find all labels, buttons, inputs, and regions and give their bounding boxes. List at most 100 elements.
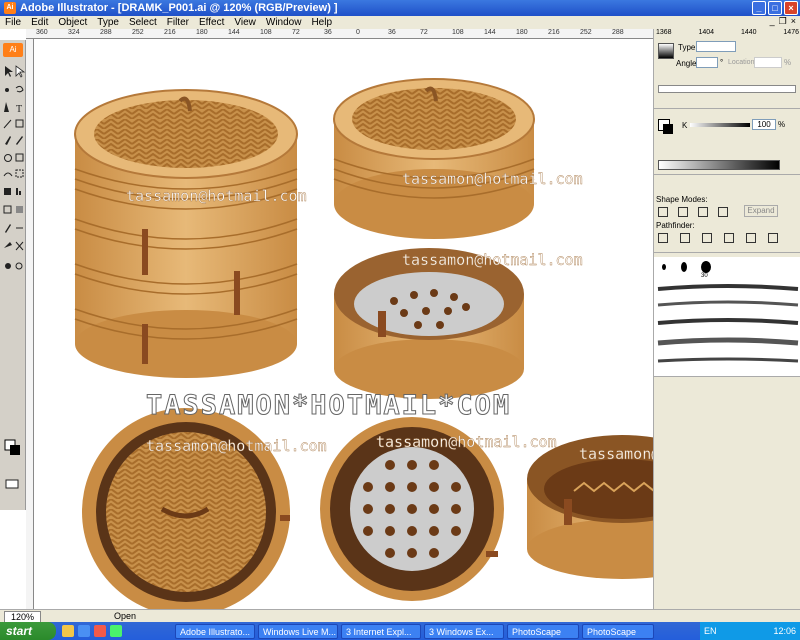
menu-effect[interactable]: Effect (194, 17, 229, 28)
task-internet-explorer[interactable]: 3 Internet Expl... (341, 623, 421, 639)
doc-minimize-button[interactable]: _ (770, 16, 775, 27)
gradient-angle-suffix: ° (720, 58, 724, 67)
add-shape-icon[interactable] (658, 207, 668, 217)
minus-back-icon[interactable] (768, 233, 778, 243)
gradient-location-input[interactable] (754, 57, 782, 68)
rack-hole (385, 460, 395, 470)
k-value-input[interactable]: 100 (752, 119, 776, 130)
closed-steamer (333, 78, 535, 239)
type-tool-icon: T (16, 104, 22, 115)
menu-select[interactable]: Select (124, 17, 162, 28)
doc-restore-button[interactable]: ❐ (779, 16, 787, 27)
line-tool-icon (3, 119, 12, 129)
fill-stroke-swatch[interactable] (4, 439, 20, 455)
shape-modes-label: Shape Modes: (656, 195, 708, 204)
quick-launch-icon[interactable] (94, 625, 106, 637)
color-ramp[interactable] (658, 160, 780, 170)
quick-launch-icon[interactable] (62, 625, 74, 637)
warp-tool-icon (3, 172, 13, 177)
quick-launch (62, 625, 172, 637)
k-slider[interactable] (690, 123, 750, 127)
rack-hole (385, 504, 395, 514)
doc-close-button[interactable]: × (791, 16, 796, 27)
brush-size-label: 30 (701, 273, 708, 279)
subtract-shape-icon[interactable] (678, 207, 688, 217)
menu-view[interactable]: View (229, 17, 261, 28)
menu-window[interactable]: Window (261, 17, 307, 28)
status-text: Open (114, 611, 137, 621)
ruler-left (26, 39, 34, 609)
rack-hole (429, 526, 439, 536)
shape-mode-buttons (658, 207, 728, 217)
watermark-text: tassamon@hotmail.com (402, 251, 583, 269)
brush-strokes[interactable]: 30 (654, 257, 800, 377)
open-steamer (334, 248, 524, 399)
ruler-tick: 0 (356, 29, 360, 36)
language-indicator[interactable]: EN (704, 626, 717, 636)
menu-object[interactable]: Object (53, 17, 92, 28)
symbol-sprayer-tool-icon (4, 188, 11, 195)
menu-filter[interactable]: Filter (162, 17, 194, 28)
minimize-button[interactable]: _ (752, 1, 766, 15)
clock: 12:06 (773, 626, 796, 636)
merge-icon[interactable] (702, 233, 712, 243)
ruler-tick: 216 (548, 29, 560, 36)
task-photoscape[interactable]: PhotoScape (582, 623, 654, 639)
quick-launch-icon[interactable] (110, 625, 122, 637)
pathfinder-panel: Shape Modes: Expand Pathfinder: (654, 189, 800, 253)
ruler-tick: 180 (516, 29, 528, 36)
ruler-tick: 288 (100, 29, 112, 36)
intersect-shape-icon[interactable] (698, 207, 708, 217)
task-windows-live[interactable]: Windows Live M... (258, 623, 338, 639)
stroke-swatch[interactable] (663, 124, 673, 134)
ruler-tick: 72 (292, 29, 300, 36)
quick-launch-icon[interactable] (78, 625, 90, 637)
rack-hole (451, 526, 461, 536)
ruler-tick: 360 (36, 29, 48, 36)
zoom-tool-icon (15, 262, 23, 270)
watermark-text: tassamon@hotmail.com (402, 170, 583, 188)
crop-icon[interactable] (724, 233, 734, 243)
artwork[interactable]: tassamon@hotmail.com tassamon@hotmail.co… (34, 39, 653, 609)
menu-type[interactable]: Type (92, 17, 124, 28)
outline-icon[interactable] (746, 233, 756, 243)
task-windows-explorer[interactable]: 3 Windows Ex... (424, 623, 504, 639)
menu-edit[interactable]: Edit (26, 17, 53, 28)
ruler-tick: 36 (324, 29, 332, 36)
watermark-text: tassamon@hotmail.com (579, 445, 653, 463)
rack-hole (363, 482, 373, 492)
menu-file[interactable]: File (0, 17, 26, 28)
task-photoscape[interactable]: PhotoScape (507, 623, 579, 639)
watermark-text: tassamon@hotmail.com (376, 433, 557, 451)
exclude-shape-icon[interactable] (718, 207, 728, 217)
rack-hole (407, 482, 417, 492)
rack-hole (407, 460, 417, 470)
gradient-angle-input[interactable] (696, 57, 718, 68)
title-bar: Ai Adobe Illustrator - [DRAMK_P001.ai @ … (0, 0, 800, 16)
ruler-tick: 108 (452, 29, 464, 36)
ruler-tick: 72 (420, 29, 428, 36)
banner-text: TASSAMON*HOTMAIL*COM (146, 390, 511, 421)
rack-hole (407, 504, 417, 514)
color-channel-label: K (682, 121, 688, 130)
screen-mode-icon (5, 479, 19, 489)
scissors-tool-icon (15, 241, 24, 251)
rack-hole (407, 526, 417, 536)
gradient-panel: Type: Angle: ° Location: % (654, 39, 800, 109)
start-button[interactable]: start (0, 622, 56, 640)
gradient-slider[interactable] (658, 85, 796, 93)
gradient-swatch[interactable] (658, 43, 674, 59)
trim-icon[interactable] (680, 233, 690, 243)
menu-help[interactable]: Help (306, 17, 337, 28)
close-button[interactable]: × (784, 1, 798, 15)
divide-icon[interactable] (658, 233, 668, 243)
direct-selection-tool-icon (15, 65, 26, 78)
artboard[interactable]: tassamon@hotmail.com tassamon@hotmail.co… (34, 39, 653, 609)
maximize-button[interactable]: □ (768, 1, 782, 15)
gradient-type-select[interactable] (696, 41, 736, 52)
expand-button[interactable]: Expand (744, 205, 778, 217)
rack-hole (429, 460, 439, 470)
task-illustrator[interactable]: Adobe Illustrato... (175, 623, 255, 639)
rack-hole (429, 482, 439, 492)
rack-hole (407, 548, 417, 558)
